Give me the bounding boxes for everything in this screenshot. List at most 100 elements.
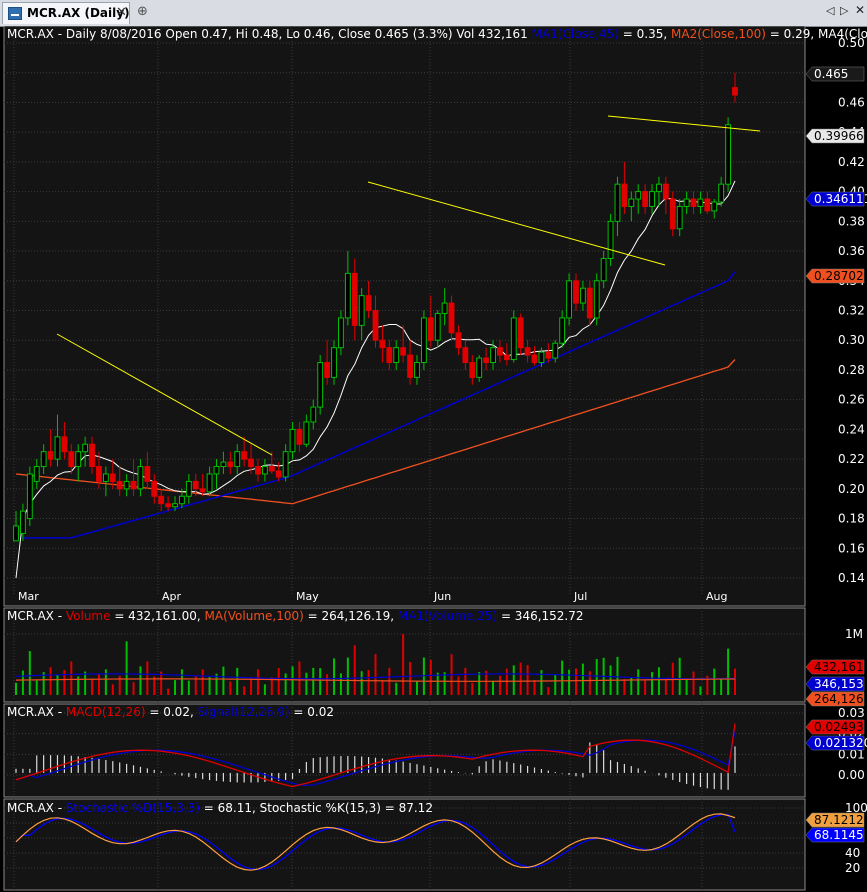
- candle-body: [711, 201, 718, 212]
- price-tick-label: 0.38: [838, 214, 865, 228]
- price-legend-part: MCR.AX - Daily 8/08/2016 Open 0.47, Hi 0…: [7, 27, 532, 41]
- price-tick-label: 0.16: [838, 541, 865, 555]
- chart-tab[interactable]: MCR.AX (Daily) ✕: [2, 2, 130, 24]
- candle-body: [427, 317, 434, 341]
- candle-body: [379, 339, 386, 349]
- candle-body: [351, 272, 358, 326]
- candle-body: [61, 436, 68, 453]
- candle-body: [40, 451, 47, 468]
- month-label: Jul: [573, 590, 587, 603]
- candle-body: [469, 362, 476, 378]
- close-window-icon[interactable]: ✕: [855, 3, 865, 17]
- month-label: Jun: [433, 590, 451, 603]
- price-last-value-tag: 0.399667: [805, 128, 867, 144]
- price-tick-label: 0.30: [838, 333, 865, 347]
- candle-body: [185, 480, 192, 497]
- stoch-tick-label: 40: [845, 846, 860, 860]
- candle-body: [642, 191, 649, 207]
- volume-legend-part: MA(Volume,100): [205, 609, 304, 623]
- macd-tick-label: 0.00: [838, 768, 865, 782]
- candle-body: [199, 488, 206, 493]
- candle-body: [649, 191, 655, 207]
- price-last-value-tag: 0.287027: [805, 268, 867, 284]
- candle-body: [344, 272, 351, 319]
- candle-body: [573, 280, 579, 304]
- price-legend-part: MA1(Close,45): [532, 27, 619, 41]
- candle-body: [448, 302, 455, 334]
- candle-body: [662, 183, 669, 200]
- candle-body: [303, 421, 310, 445]
- candle-body: [54, 436, 61, 460]
- stoch-legend-part: MCR.AX -: [7, 801, 66, 815]
- candle-body: [317, 362, 324, 408]
- candle-body: [151, 480, 158, 497]
- candle-body: [393, 347, 400, 364]
- candle-body: [531, 354, 538, 364]
- candle-body: [338, 317, 344, 349]
- next-tab-icon[interactable]: ▷: [840, 4, 848, 17]
- price-tick-label: 0.36: [838, 244, 865, 258]
- candle-body: [510, 317, 517, 361]
- stoch-legend-part: = 68.11, Stochastic %K(15,3) = 87.12: [200, 801, 433, 815]
- candle-body: [331, 347, 337, 378]
- previous-tab-icon[interactable]: ◁: [826, 4, 834, 17]
- price-last-value-tag-text: 0.399667: [814, 129, 867, 143]
- price-tick-label: 0.26: [838, 393, 865, 407]
- stoch-legend-part: Stochastic %D(15,3,3): [66, 801, 200, 815]
- candle-body: [614, 183, 621, 222]
- price-legend-part: = 0.35,: [619, 27, 671, 41]
- candle-body: [490, 347, 496, 364]
- price-legend: MCR.AX - Daily 8/08/2016 Open 0.47, Hi 0…: [7, 27, 867, 41]
- candle-body: [566, 280, 572, 319]
- chart-canvas[interactable]: 0.500.480.460.440.420.400.380.360.340.32…: [0, 26, 867, 892]
- month-label: Mar: [18, 590, 39, 603]
- macd-legend-part: = 0.02,: [146, 705, 198, 719]
- new-tab-icon[interactable]: ⊕: [137, 4, 148, 19]
- candle-body: [123, 480, 130, 490]
- price-tick-label: 0.20: [838, 482, 865, 496]
- candle-body: [310, 406, 317, 423]
- candle-body: [669, 198, 676, 230]
- close-tab-icon[interactable]: ✕: [116, 5, 127, 21]
- tab-title: MCR.AX (Daily): [27, 6, 130, 20]
- candle-body: [386, 347, 393, 364]
- candle-body: [116, 480, 123, 490]
- price-tick-label: 0.42: [838, 155, 865, 169]
- candle-body: [137, 466, 144, 490]
- candle-body: [579, 287, 586, 304]
- candle-body: [241, 451, 248, 460]
- candle-body: [144, 466, 151, 482]
- stoch-last-value-tag: 87.1212: [805, 812, 865, 828]
- title-bar: MCR.AX (Daily) ✕ ⊕ ◁ ▷ ✕: [0, 0, 867, 27]
- candle-body: [165, 503, 172, 508]
- candle-body: [497, 347, 503, 356]
- candle-body: [96, 466, 102, 482]
- candle-body: [593, 280, 600, 319]
- candle-body: [545, 351, 552, 359]
- volume-last-value-tag-text: 346,153: [814, 677, 864, 691]
- price-last-value-tag-text: 0.346111: [814, 192, 867, 206]
- volume-last-value-tag: 346,153: [805, 676, 865, 692]
- macd-last-value-tag-text: 0.024931: [814, 720, 867, 734]
- candle-body: [268, 466, 275, 472]
- price-tick-label: 0.22: [838, 452, 865, 466]
- candle-body: [158, 495, 165, 505]
- volume-legend-part: MCR.AX -: [7, 609, 66, 623]
- macd-last-value-tag-text: 0.021320: [814, 736, 867, 750]
- stoch-last-value-tag-text: 68.1145: [814, 828, 864, 842]
- month-label: Aug: [706, 590, 727, 603]
- candle-body: [220, 461, 227, 468]
- volume-legend-part: = 432,161.00,: [111, 609, 205, 623]
- volume-last-value-tag: 432,161: [805, 659, 865, 675]
- candle-body: [282, 451, 289, 478]
- candle-body: [109, 473, 116, 482]
- price-legend-part: = 0.29, MA4(Close,: [766, 27, 867, 41]
- macd-last-value-tag: 0.021320: [805, 735, 867, 751]
- volume-last-value-tag-text: 432,161: [814, 660, 864, 674]
- candle-body: [538, 351, 545, 364]
- volume-last-value-tag-text: 264,126: [814, 692, 864, 706]
- candle-body: [75, 451, 82, 468]
- volume-legend-part: Volume: [66, 609, 111, 623]
- candle-body: [275, 470, 282, 478]
- price-legend-part: MA2(Close,100): [671, 27, 766, 41]
